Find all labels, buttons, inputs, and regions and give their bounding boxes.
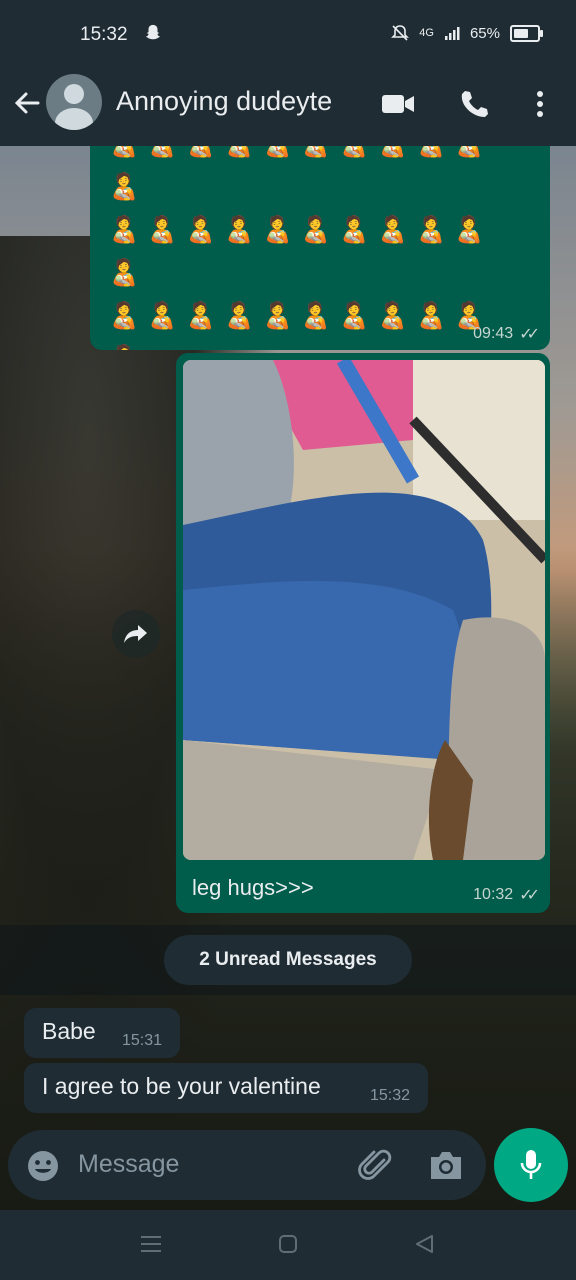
emoji-row: 🧑‍🍼🧑‍🍼🧑‍🍼🧑‍🍼🧑‍🍼🧑‍🍼🧑‍🍼🧑‍🍼🧑‍🍼🧑‍🍼🧑‍🍼 <box>108 146 486 201</box>
message-time: 09:43 <box>473 325 514 342</box>
photo-message[interactable]: leg hugs>>> 10:32 ✓✓ <box>176 353 550 913</box>
signal-icon <box>444 27 460 40</box>
battery-percent: 65% <box>469 24 500 42</box>
battery-icon <box>510 24 543 42</box>
message-meta: 09:43 ✓✓ <box>473 324 540 344</box>
emoji-grid: 🧑‍🍼 🧑‍🍼🧑‍🍼🧑‍🍼🧑‍🍼🧑‍🍼🧑‍🍼🧑‍🍼🧑‍🍼🧑‍🍼🧑‍🍼 🧑‍🍼 🧑‍🍼🧑… <box>108 146 528 350</box>
emoji-row: 🧑‍🍼🧑‍🍼🧑‍🍼🧑‍🍼🧑‍🍼🧑‍🍼🧑‍🍼🧑‍🍼🧑‍🍼🧑‍🍼🧑‍🍼 <box>108 214 492 287</box>
incoming-message[interactable]: Babe 15:31 <box>24 1008 180 1058</box>
message-input-bar[interactable]: Message <box>8 1130 486 1200</box>
video-camera-icon <box>382 95 414 113</box>
menu-icon[interactable] <box>140 1234 162 1254</box>
message-text: I agree to be your valentine <box>42 1073 321 1099</box>
message-time: 10:32 <box>473 886 514 903</box>
microphone-icon <box>520 1150 542 1179</box>
network-type: 4G <box>419 27 434 39</box>
avatar-body <box>55 108 93 130</box>
contact-name[interactable]: Annoying dudeyte <box>116 86 332 117</box>
emoji-icon[interactable] <box>26 1149 60 1183</box>
status-icons: 4G 65% <box>391 24 543 42</box>
message-meta: 10:32 ✓✓ <box>473 885 540 905</box>
attach-icon[interactable] <box>358 1148 394 1184</box>
message-text: Babe <box>42 1018 96 1044</box>
emoji-message[interactable]: 🧑‍🍼 🧑‍🍼🧑‍🍼🧑‍🍼🧑‍🍼🧑‍🍼🧑‍🍼🧑‍🍼🧑‍🍼🧑‍🍼🧑‍🍼 🧑‍🍼 🧑‍🍼🧑… <box>90 146 550 350</box>
more-vert-icon <box>537 91 543 117</box>
phone-icon <box>461 91 488 117</box>
read-ticks-icon: ✓✓ <box>519 326 540 343</box>
voice-call-button[interactable] <box>455 86 491 122</box>
incoming-message[interactable]: I agree to be your valentine 15:32 <box>24 1063 428 1113</box>
unread-messages-pill: 2 Unread Messages <box>164 935 412 985</box>
video-call-button[interactable] <box>380 86 416 122</box>
status-bar: 15:32 4G 65% <box>0 0 576 70</box>
forward-button[interactable] <box>112 610 160 658</box>
home-icon[interactable] <box>278 1234 298 1254</box>
back-arrow-icon[interactable] <box>12 88 42 118</box>
photo-attachment[interactable] <box>183 360 545 860</box>
mute-bell-icon <box>391 25 410 41</box>
status-time: 15:32 <box>80 24 128 45</box>
avatar-head <box>64 84 84 104</box>
message-time: 15:32 <box>370 1087 411 1104</box>
camera-icon[interactable] <box>428 1148 464 1182</box>
contact-avatar[interactable] <box>46 74 102 130</box>
forward-arrow-icon <box>124 625 147 643</box>
system-nav-bar <box>0 1210 576 1280</box>
voice-record-button[interactable] <box>494 1128 568 1202</box>
photo-caption: leg hugs>>> <box>192 875 314 900</box>
message-input[interactable]: Message <box>78 1150 179 1179</box>
back-triangle-icon[interactable] <box>414 1234 434 1254</box>
read-ticks-icon: ✓✓ <box>519 887 540 904</box>
more-options-button[interactable] <box>522 86 558 122</box>
chat-header: Annoying dudeyte <box>0 70 576 146</box>
message-time: 15:31 <box>122 1032 163 1049</box>
photo-image <box>183 360 545 860</box>
emoji-row: 🧑‍🍼🧑‍🍼🧑‍🍼🧑‍🍼🧑‍🍼🧑‍🍼🧑‍🍼🧑‍🍼🧑‍🍼🧑‍🍼🧑‍🍼 <box>108 300 492 350</box>
snapchat-icon <box>145 24 161 40</box>
